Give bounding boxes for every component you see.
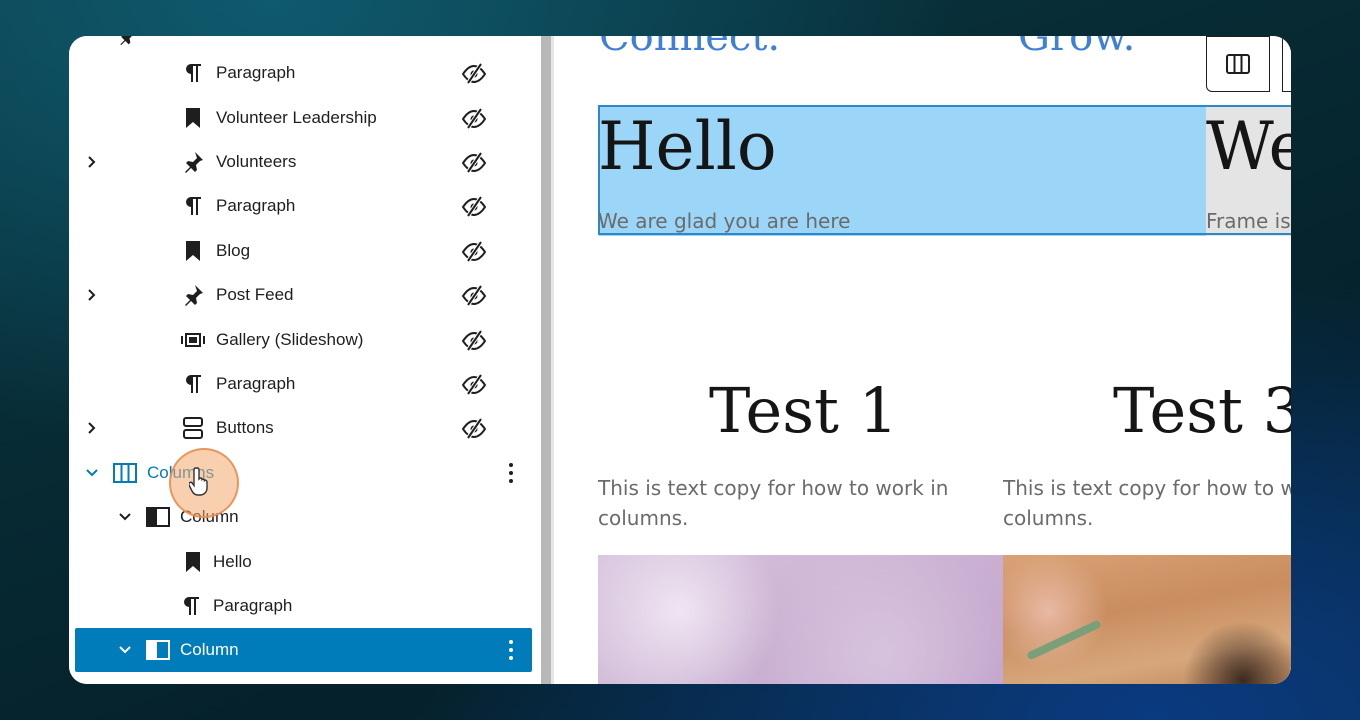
editor-canvas: Connect. Grow. Hello We are glad you are… — [554, 36, 1291, 684]
pin-icon — [181, 150, 205, 174]
list-item-columns[interactable]: Columns — [75, 451, 532, 495]
panel-resize-handle[interactable] — [541, 36, 551, 684]
hello-heading[interactable]: Hello — [598, 108, 777, 185]
flowers-image[interactable] — [598, 555, 1003, 684]
paragraph-icon — [181, 194, 205, 218]
list-item-label: Volunteers — [216, 152, 297, 171]
hidden-eye-icon[interactable] — [461, 373, 487, 395]
pin-icon — [115, 36, 139, 48]
columns-icon — [113, 461, 137, 485]
list-item-label: Paragraph — [216, 374, 296, 393]
bookmark-icon — [181, 106, 205, 130]
pin-icon — [181, 283, 205, 307]
editor-window: Paragraph Volunteer Leadership Volunteer… — [69, 36, 1291, 684]
more-options-icon[interactable] — [503, 461, 519, 485]
hand-cursor-icon — [189, 467, 208, 496]
list-item-buttons[interactable]: Buttons — [75, 406, 532, 450]
list-item-volunteers[interactable]: Volunteers — [75, 140, 532, 184]
test1-heading[interactable]: Test 1 — [709, 374, 898, 447]
chevron-right-icon[interactable] — [85, 421, 99, 435]
list-item-paragraph[interactable]: Paragraph — [75, 362, 532, 406]
list-item-label: Buttons — [216, 418, 274, 437]
hidden-eye-icon[interactable] — [461, 62, 487, 84]
buttons-icon — [181, 416, 205, 440]
hidden-eye-icon[interactable] — [461, 284, 487, 306]
chevron-down-icon[interactable] — [118, 510, 132, 524]
welcome-subtext[interactable]: Frame is — [1206, 209, 1291, 233]
more-options-icon[interactable] — [503, 638, 519, 662]
column1-text[interactable]: This is text copy for how to work in col… — [598, 473, 958, 533]
columns-toolbar-button[interactable] — [1206, 36, 1270, 92]
list-item-blog[interactable]: Blog — [75, 229, 532, 273]
paragraph-icon — [181, 372, 205, 396]
list-item-label: Post Feed — [216, 285, 294, 304]
chevron-right-icon[interactable] — [85, 288, 99, 302]
list-view-panel: Paragraph Volunteer Leadership Volunteer… — [69, 36, 541, 684]
list-item-label: Paragraph — [216, 196, 296, 215]
column-icon — [146, 505, 170, 529]
hidden-eye-icon[interactable] — [461, 240, 487, 262]
chevron-down-icon[interactable] — [85, 466, 99, 480]
list-item-label: Volunteer Leadership — [216, 108, 377, 127]
toolbar-next-button[interactable] — [1282, 36, 1291, 92]
list-item-label: Gallery (Slideshow) — [216, 330, 364, 349]
gallery-icon — [181, 328, 205, 352]
list-item-label: Blog — [216, 241, 251, 260]
list-item-hello[interactable]: Hello — [75, 540, 532, 584]
list-item-label: Paragraph — [213, 596, 293, 615]
heading-connect[interactable]: Connect. — [599, 36, 780, 60]
list-item-volunteer-leadership[interactable]: Volunteer Leadership — [75, 96, 532, 140]
column2-text[interactable]: This is text copy for how to w in column… — [1003, 473, 1291, 533]
chevron-down-icon[interactable] — [118, 643, 132, 657]
paragraph-icon — [181, 61, 205, 85]
list-item-paragraph[interactable]: Paragraph — [75, 584, 532, 628]
columns-icon — [1226, 54, 1250, 74]
column-icon — [146, 638, 170, 662]
hidden-eye-icon[interactable] — [461, 107, 487, 129]
hidden-eye-icon[interactable] — [461, 151, 487, 173]
hidden-eye-icon[interactable] — [461, 195, 487, 217]
list-item-label: Paragraph — [216, 63, 296, 82]
chevron-right-icon[interactable] — [85, 155, 99, 169]
paragraph-icon — [179, 594, 203, 618]
list-item-label: Column — [180, 640, 239, 659]
list-item-paragraph[interactable]: Paragraph — [75, 184, 532, 228]
list-item-label: Hello — [213, 552, 252, 571]
bookmark-icon — [181, 239, 205, 263]
list-item-post-feed[interactable]: Post Feed — [75, 273, 532, 317]
list-item-paragraph[interactable]: Paragraph — [75, 51, 532, 95]
list-item-column-selected[interactable]: Column — [75, 628, 532, 672]
welcome-heading[interactable]: We — [1206, 108, 1291, 185]
hidden-eye-icon[interactable] — [461, 417, 487, 439]
tulip-wood-image[interactable] — [1003, 555, 1291, 684]
hello-subtext[interactable]: We are glad you are here — [598, 209, 850, 233]
heading-grow[interactable]: Grow. — [1018, 36, 1135, 60]
test3-heading[interactable]: Test 3 — [1113, 374, 1291, 447]
hidden-eye-icon[interactable] — [461, 329, 487, 351]
bookmark-icon — [181, 550, 205, 574]
list-item-gallery-slideshow[interactable]: Gallery (Slideshow) — [75, 318, 532, 362]
list-item-column[interactable]: Column — [75, 495, 532, 539]
